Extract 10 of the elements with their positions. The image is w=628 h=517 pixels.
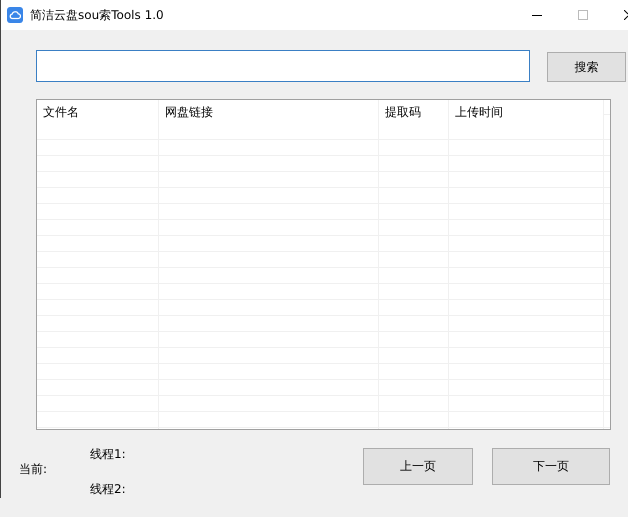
previous-page-button[interactable]: 上一页 [363,448,473,485]
search-button[interactable]: 搜索 [547,52,626,82]
status-label: 当前: [19,461,48,478]
search-field[interactable] [36,50,530,82]
close-icon[interactable] [624,10,628,20]
cloud-icon [7,7,23,23]
next-page-button[interactable]: 下一页 [492,448,610,485]
thread-label: 线程2: [90,481,127,498]
thread-label: 线程1: [90,446,127,463]
window-title: 简洁云盘sou索Tools 1.0 [30,6,164,24]
